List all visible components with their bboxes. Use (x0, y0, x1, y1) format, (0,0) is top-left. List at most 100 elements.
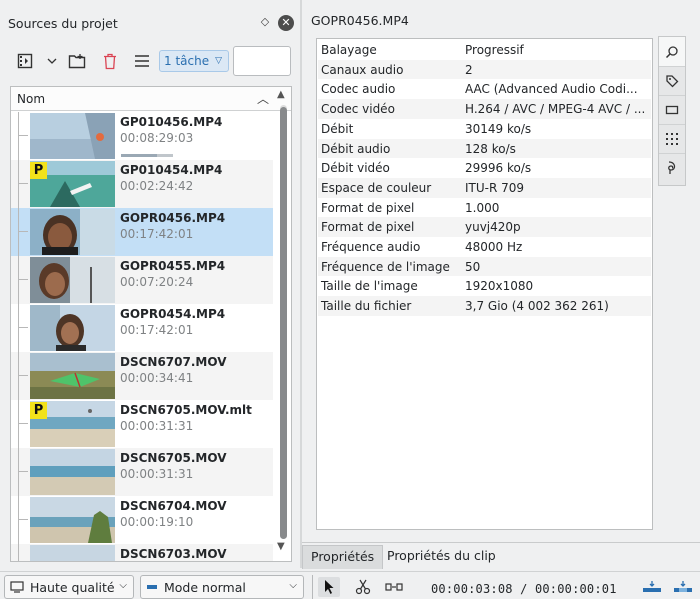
property-value: 2 (465, 62, 473, 77)
monitor-icon (10, 581, 24, 593)
clip-duration: 00:00:19:10 (120, 515, 194, 529)
property-row[interactable]: Codec audio AAC (Advanced Audio Codi... (318, 79, 651, 99)
property-row[interactable]: Débit 30149 ko/s (318, 119, 651, 139)
clip-name: GP010456.MP4 (120, 115, 223, 129)
property-value: H.264 / AVC / MPEG-4 AVC / ... (465, 102, 646, 117)
clip-tree: Nom ︿ GP010456.MP4 00:08:29:03 P GP01045… (10, 86, 292, 562)
quality-select[interactable]: Haute qualité ⌵ (4, 575, 134, 599)
property-key: Fréquence de l'image (321, 259, 450, 274)
property-key: Taille de l'image (321, 279, 418, 294)
scroll-down-chevron-icon[interactable]: ▼ (277, 541, 285, 552)
property-value: 50 (465, 259, 481, 274)
clip-list: GP010456.MP4 00:08:29:03 P GP010454.MP4 … (11, 112, 275, 561)
clip-row[interactable]: DSCN6707.MOV 00:00:34:41 (11, 352, 273, 400)
scrollbar-thumb[interactable] (280, 107, 287, 539)
property-key: Fréquence audio (321, 240, 421, 254)
clip-row[interactable]: P GP010454.MP4 00:02:24:42 (11, 160, 273, 208)
properties-clip-title: GOPR0456.MP4 (311, 13, 409, 28)
separator (312, 575, 313, 599)
clip-row[interactable]: P DSCN6705.MOV.mlt 00:00:31:31 (11, 400, 273, 448)
grid-dots-icon[interactable] (659, 124, 685, 154)
property-row[interactable]: Format de pixel 1.000 (318, 198, 651, 218)
bin-panel-header: Sources du projet ◇ ✕ (0, 10, 300, 36)
properties-side-toolbar (658, 36, 686, 186)
clip-thumbnail (30, 257, 115, 303)
bin-toolbar: 1 tâche ▽ (0, 44, 300, 78)
bin-scrollbar[interactable]: ▲ ▼ (277, 89, 289, 559)
property-value: yuvj420p (465, 220, 521, 235)
edit-mode-select[interactable]: Mode normal ⌵ (140, 575, 304, 599)
clip-thumbnail (30, 449, 115, 495)
property-row[interactable]: Fréquence de l'image 50 (318, 256, 651, 277)
property-key: Débit vidéo (321, 161, 390, 176)
clip-row-selected[interactable]: GOPR0456.MP4 00:17:42:01 (11, 208, 273, 256)
scroll-up-chevron-icon[interactable]: ▲ (277, 89, 285, 100)
hamburger-menu-icon[interactable] (130, 49, 154, 73)
clip-duration: 00:17:42:01 (120, 227, 194, 241)
chevron-down-icon: ⌵ (119, 580, 127, 591)
clip-name: DSCN6707.MOV (120, 355, 227, 369)
property-row[interactable]: Espace de couleur ITU-R 709 (318, 177, 651, 198)
clip-name: DSCN6703.MOV (120, 547, 227, 561)
property-row[interactable]: Fréquence audio 48000 Hz (318, 237, 651, 257)
add-folder-icon[interactable] (65, 49, 89, 73)
bottom-toolbar: Haute qualité ⌵ Mode normal ⌵ 00:00:03:0… (0, 571, 700, 599)
property-row[interactable]: Canaux audio 2 (318, 59, 651, 80)
property-key: Espace de couleur (321, 180, 432, 195)
clip-duration: 00:00:34:41 (120, 371, 194, 385)
properties-tabs: Propriétés Propriétés du clip (302, 542, 700, 569)
overwrite-track-icon[interactable] (672, 577, 694, 597)
property-row[interactable]: Codec vidéo H.264 / AVC / MPEG-4 AVC / .… (318, 99, 651, 119)
clip-thumbnail (30, 353, 115, 399)
property-row[interactable]: Format de pixel yuvj420p (318, 217, 651, 237)
spacer-tool-icon[interactable] (383, 577, 405, 597)
column-header-name: Nom (17, 92, 46, 106)
delete-clip-icon[interactable] (98, 49, 122, 73)
add-clip-menu-chevron-down-icon[interactable] (40, 49, 64, 73)
clip-properties-panel: GOPR0456.MP4 Balayage Progressif Canaux … (302, 0, 700, 570)
close-panel-icon[interactable]: ✕ (278, 15, 294, 31)
sort-chevron-up-icon[interactable]: ︿ (257, 90, 269, 107)
property-row[interactable]: Débit audio 128 ko/s (318, 138, 651, 159)
rectangle-icon[interactable] (659, 95, 685, 125)
tag-icon[interactable] (659, 66, 685, 96)
add-clip-icon[interactable] (14, 49, 38, 73)
property-value: 30149 ko/s (465, 121, 532, 136)
property-key: Codec audio (321, 82, 396, 97)
razor-tool-icon[interactable] (352, 577, 374, 597)
clip-duration: 00:17:42:01 (120, 323, 194, 337)
clip-row[interactable]: DSCN6704.MOV 00:00:19:10 (11, 496, 273, 544)
timecode-display: 00:00:03:08 / 00:00:00:01 (431, 582, 617, 596)
property-row[interactable]: Débit vidéo 29996 ko/s (318, 158, 651, 178)
insert-track-icon[interactable] (641, 577, 663, 597)
property-row[interactable]: Taille de l'image 1920x1080 (318, 276, 651, 296)
clip-name: DSCN6704.MOV (120, 499, 227, 513)
tasks-button[interactable]: 1 tâche ▽ (159, 50, 229, 72)
property-value: 29996 ko/s (465, 161, 532, 176)
selection-tool-icon[interactable] (318, 577, 340, 597)
magnifier-icon[interactable] (659, 37, 685, 67)
tab-clip-properties[interactable]: Propriétés du clip (379, 545, 504, 569)
clip-row[interactable]: DSCN6705.MOV 00:00:31:31 (11, 448, 273, 496)
clip-thumbnail (30, 545, 115, 561)
clip-row[interactable]: GOPR0455.MP4 00:07:20:24 (11, 256, 273, 304)
properties-table: Balayage Progressif Canaux audio 2 Codec… (316, 38, 653, 530)
property-value: 1.000 (465, 200, 500, 215)
audio-icon[interactable] (659, 153, 685, 183)
property-value: 48000 Hz (465, 240, 523, 254)
clip-row[interactable]: GP010456.MP4 00:08:29:03 (11, 112, 273, 160)
column-header[interactable]: Nom ︿ (11, 87, 291, 111)
clip-row[interactable]: GOPR0454.MP4 00:17:42:01 (11, 304, 273, 352)
float-panel-icon[interactable]: ◇ (259, 16, 271, 28)
clip-duration: 00:00:31:31 (120, 419, 194, 433)
tab-properties[interactable]: Propriétés (302, 545, 384, 569)
chevron-down-icon: ▽ (215, 56, 223, 66)
property-value: 1920x1080 (465, 279, 534, 294)
bin-search-input[interactable] (233, 46, 291, 76)
clip-thumbnail (30, 305, 115, 351)
clip-name: DSCN6705.MOV (120, 451, 227, 465)
clip-row[interactable]: DSCN6703.MOV (11, 544, 273, 561)
property-row[interactable]: Balayage Progressif (318, 40, 651, 60)
project-bin-panel: Sources du projet ◇ ✕ 1 tâche ▽ Nom ︿ GP… (0, 0, 300, 570)
property-row[interactable]: Taille du fichier 3,7 Gio (4 002 362 261… (318, 296, 651, 316)
